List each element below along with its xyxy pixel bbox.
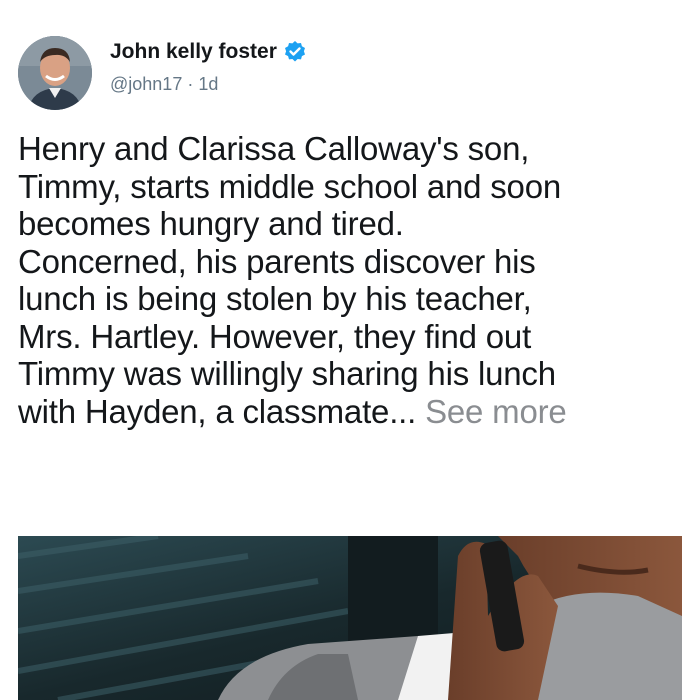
- post-text-line: with Hayden, a classmate...: [18, 392, 417, 430]
- post-text-line: lunch is being stolen by his teacher,: [18, 280, 532, 317]
- post-text: Henry and Clarissa Calloway's son, Timmy…: [18, 130, 688, 430]
- post-text-line: Timmy was willingly sharing his lunch: [18, 355, 556, 392]
- post-card: John kelly foster @john17 · 1d Henry and…: [0, 0, 700, 700]
- avatar-image: [18, 36, 92, 110]
- post-header: John kelly foster @john17 · 1d: [18, 36, 678, 112]
- see-more-link[interactable]: See more: [425, 393, 567, 430]
- avatar[interactable]: [18, 36, 92, 110]
- photo-person-on-phone: [18, 536, 682, 700]
- author-handle[interactable]: @john17: [110, 74, 182, 95]
- author-name-row: John kelly foster: [110, 40, 307, 64]
- post-text-line: Timmy, starts middle school and soon: [18, 167, 562, 205]
- post-text-line: Mrs. Hartley. However, they find out: [18, 317, 532, 355]
- post-text-line: Henry and Clarissa Calloway's son,: [18, 130, 530, 167]
- author-meta-row: @john17 · 1d: [110, 74, 218, 95]
- author-display-name[interactable]: John kelly foster: [110, 40, 277, 64]
- post-timestamp[interactable]: 1d: [198, 74, 218, 95]
- post-media-image[interactable]: [18, 536, 682, 700]
- meta-separator: ·: [182, 74, 199, 94]
- verified-badge-icon: [283, 40, 307, 64]
- post-text-line: Concerned, his parents discover his: [18, 242, 536, 280]
- post-text-line: becomes hungry and tired.: [18, 205, 404, 242]
- post-text-last-line: with Hayden, a classmate... See more: [18, 393, 688, 431]
